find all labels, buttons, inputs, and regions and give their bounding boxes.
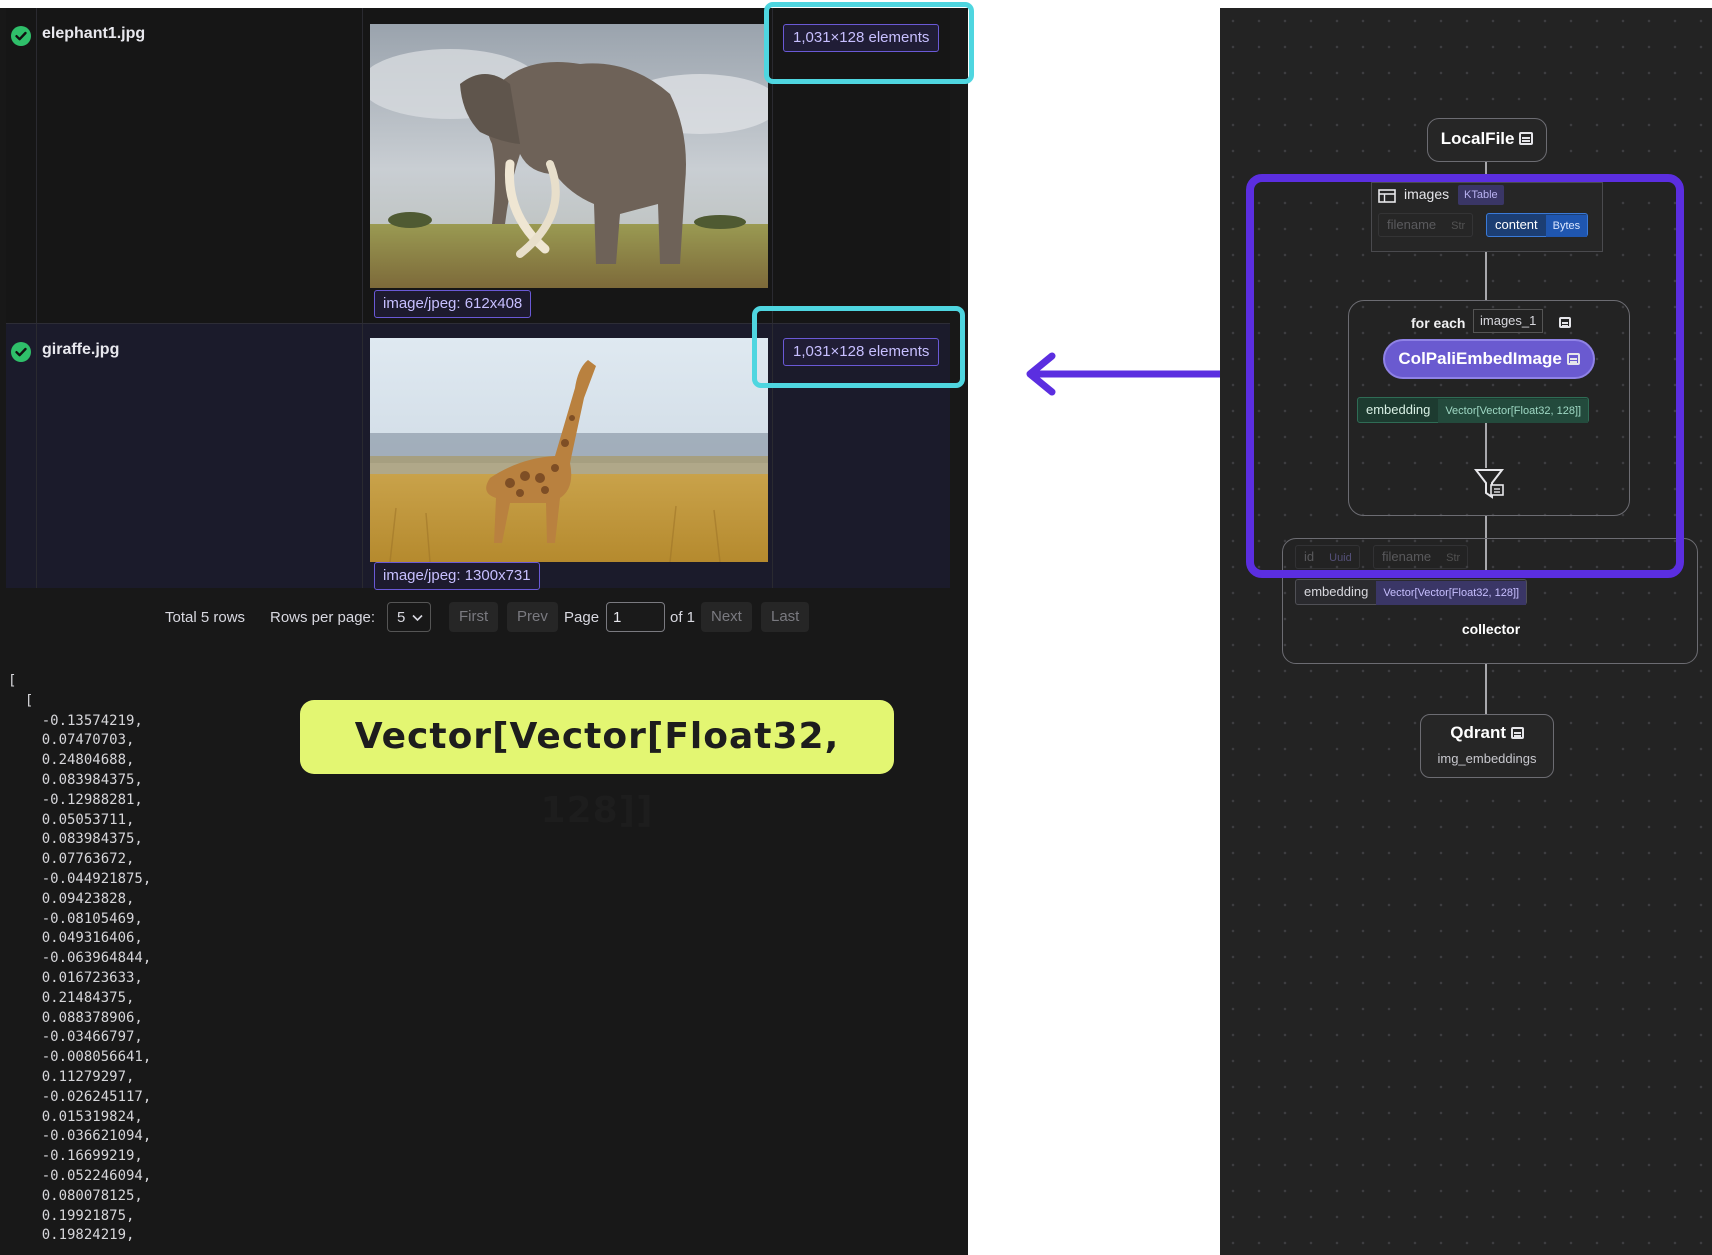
- json-line: 0.19921875,: [8, 1207, 151, 1227]
- prev-page-button[interactable]: Prev: [507, 602, 558, 632]
- collector-label: collector: [1461, 621, 1521, 637]
- json-value: -0.13574219,: [41, 712, 143, 729]
- json-value: 0.015319824,: [41, 1108, 143, 1125]
- json-line: -0.03466797,: [8, 1028, 151, 1048]
- json-line: 0.21484375,: [8, 989, 151, 1009]
- json-value: -0.052246094,: [41, 1167, 152, 1184]
- json-line: -0.063964844,: [8, 949, 152, 969]
- json-line: 0.083984375,: [8, 830, 151, 850]
- json-line: -0.052246094,: [8, 1167, 152, 1187]
- embedding-badge-highlight: [752, 306, 965, 388]
- giraffe-image-thumbnail[interactable]: [370, 338, 768, 562]
- image-mime-badge: image/jpeg: 612x408: [374, 290, 532, 318]
- field-chip-embedding[interactable]: embedding Vector[Vector[Float32, 128]]: [1295, 579, 1528, 605]
- document-icon: [1519, 132, 1534, 145]
- elephant-image-thumbnail[interactable]: [370, 24, 768, 288]
- json-value: 0.05053711,: [41, 811, 135, 828]
- arrow-left-icon: [1026, 352, 1250, 396]
- json-value: 0.24804688,: [41, 752, 135, 769]
- data-preview-panel: elephant1.jpg image/jpeg: 612x408 1,031×…: [0, 8, 968, 1255]
- json-line: -0.036621094,: [8, 1127, 152, 1147]
- json-value: 0.083984375,: [41, 831, 143, 848]
- rows-per-page-select[interactable]: 5: [387, 602, 431, 632]
- page-count-label: of 1: [670, 609, 696, 626]
- json-value: -0.036621094,: [41, 1128, 152, 1145]
- json-line: [: [8, 692, 34, 709]
- json-line: -0.044921875,: [8, 870, 152, 890]
- qdrant-node[interactable]: Qdrant img_embeddings: [1420, 714, 1554, 778]
- next-page-button[interactable]: Next: [701, 602, 752, 632]
- json-value: -0.12988281,: [41, 791, 143, 808]
- column-divider: [36, 324, 37, 588]
- page-label: Page: [564, 609, 600, 626]
- json-value: -0.008056641,: [41, 1049, 152, 1066]
- json-value: 0.19921875,: [41, 1207, 135, 1224]
- check-circle-icon: [11, 26, 31, 46]
- json-line: 0.11279297,: [8, 1068, 151, 1088]
- json-line: -0.008056641,: [8, 1048, 152, 1068]
- rows-per-page-label: Rows per page:: [270, 609, 376, 626]
- localfile-node[interactable]: LocalFile: [1427, 118, 1547, 162]
- json-line: 0.080078125,: [8, 1187, 151, 1207]
- json-line: 0.05053711,: [8, 811, 151, 831]
- json-value: -0.16699219,: [41, 1148, 143, 1165]
- flow-edge: [1485, 664, 1487, 714]
- first-page-button[interactable]: First: [449, 602, 499, 632]
- json-line: 0.088378906,: [8, 1009, 151, 1029]
- json-value: -0.03466797,: [41, 1029, 143, 1046]
- json-value: -0.026245117,: [41, 1088, 152, 1105]
- check-circle-icon: [11, 342, 31, 362]
- chevron-down-icon: [412, 614, 423, 622]
- type-callout: Vector[Vector[Float32, 128]]: [300, 700, 894, 831]
- json-line: 0.19824219,: [8, 1226, 151, 1246]
- page-number-input[interactable]: 1: [606, 602, 665, 632]
- qdrant-collection-name: img_embeddings: [1437, 751, 1537, 766]
- json-value: 0.049316406,: [41, 930, 143, 947]
- json-value: 0.083984375,: [41, 771, 143, 788]
- json-value: 0.07470703,: [41, 732, 135, 749]
- filename-cell: giraffe.jpg: [42, 341, 120, 358]
- json-value: 0.07763672,: [41, 851, 135, 868]
- json-line: [: [8, 673, 17, 689]
- last-page-button[interactable]: Last: [761, 602, 810, 632]
- json-value: 0.11279297,: [41, 1068, 135, 1085]
- json-value: 0.016723633,: [41, 969, 143, 986]
- json-value: 0.088378906,: [41, 1009, 143, 1026]
- json-line: 0.015319824,: [8, 1108, 151, 1128]
- json-value: -0.044921875,: [41, 870, 152, 887]
- column-divider: [36, 8, 37, 323]
- json-value: 0.080078125,: [41, 1187, 143, 1204]
- filename-cell: elephant1.jpg: [42, 25, 146, 42]
- embedding-badge-highlight: [764, 2, 974, 84]
- image-mime-badge: image/jpeg: 1300x731: [374, 562, 540, 590]
- json-line: 0.09423828,: [8, 890, 151, 910]
- json-line: 0.016723633,: [8, 969, 151, 989]
- json-value: 0.21484375,: [41, 989, 135, 1006]
- embedding-json-output: [ [ -0.13574219, 0.07470703, 0.24804688,…: [8, 672, 151, 1246]
- column-divider: [362, 324, 363, 588]
- json-line: -0.08105469,: [8, 910, 151, 930]
- foreach-highlight: [1246, 174, 1684, 578]
- json-line: 0.07470703,: [8, 731, 151, 751]
- json-value: 0.09423828,: [41, 890, 135, 907]
- json-line: -0.16699219,: [8, 1147, 151, 1167]
- json-value: 0.19824219,: [41, 1227, 135, 1244]
- json-line: -0.13574219,: [8, 712, 151, 732]
- json-line: 0.083984375,: [8, 771, 151, 791]
- total-rows-label: Total 5 rows: [165, 609, 246, 626]
- json-line: -0.12988281,: [8, 791, 151, 811]
- json-line: -0.026245117,: [8, 1088, 152, 1108]
- json-line: 0.24804688,: [8, 751, 151, 771]
- pagination-bar: Total 5 rows Rows per page: 5 First Prev…: [0, 600, 968, 636]
- json-line: 0.049316406,: [8, 929, 151, 949]
- column-divider: [362, 8, 363, 323]
- node-title: LocalFile: [1440, 129, 1515, 148]
- document-icon: [1510, 727, 1524, 739]
- json-value: -0.063964844,: [41, 950, 152, 967]
- json-value: -0.08105469,: [41, 910, 143, 927]
- json-line: 0.07763672,: [8, 850, 151, 870]
